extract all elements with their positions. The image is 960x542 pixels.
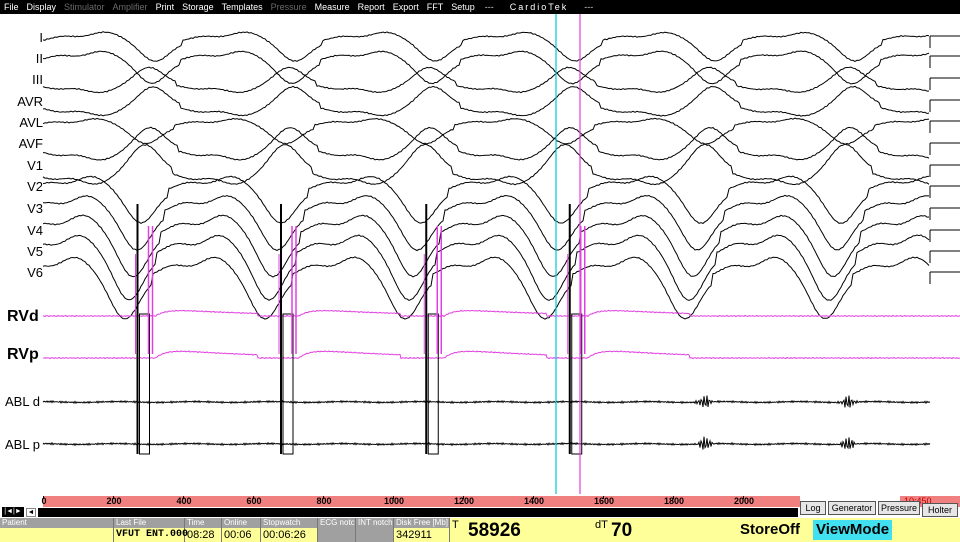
time-tick-label: 800: [316, 496, 332, 506]
time-tick-label: 0: [41, 496, 47, 506]
tab-pressure[interactable]: Pressure: [878, 501, 920, 515]
channel-label-v4: V4: [27, 223, 43, 238]
menu-item-fft[interactable]: FFT: [423, 0, 448, 14]
menu-item-storage[interactable]: Storage: [178, 0, 218, 14]
status-disk-free-label: Disk Free [Mb]: [394, 518, 449, 528]
status-ecg-notch[interactable]: ECG notch: [318, 518, 356, 542]
scroll-left-arrow-icon[interactable]: ◄: [26, 508, 36, 517]
dt-value: 70: [611, 520, 633, 541]
abl-d-trace: [42, 395, 931, 408]
status-patient-label: Patient: [0, 518, 113, 528]
dt-label: dT: [595, 519, 608, 531]
ecg-trace-v6: [42, 256, 930, 320]
channel-label-i: I: [39, 30, 43, 45]
status-time: Time 08:28: [185, 518, 222, 542]
status-stopwatch-label: Stopwatch: [261, 518, 317, 528]
trace-area: I II III AVR AVL AVF V1 V2 V3 V4 V5 V6 RVd RVp ABL …: [0, 14, 960, 494]
tab-log[interactable]: Log: [800, 501, 826, 515]
t-value: 58926: [468, 520, 521, 541]
status-disk-free: Disk Free [Mb] 342911: [394, 518, 450, 542]
ecg-traces: [42, 14, 960, 494]
store-off-indicator[interactable]: StoreOff: [740, 521, 800, 538]
status-online-label: Online: [222, 518, 260, 528]
status-time-value: 08:28: [187, 529, 215, 541]
app-brand: CardioTek: [509, 2, 569, 12]
time-tick-label: 1600: [593, 496, 615, 506]
channel-label-v6: V6: [27, 265, 43, 280]
status-last-file-value: VFUT ENT.000: [116, 529, 189, 540]
ecg-trace-ii: [43, 50, 930, 85]
ecg-trace-v4: [42, 214, 930, 278]
menu-bar: File Display Stimulator Amplifier Print Stora…: [0, 0, 960, 14]
time-tick-label: 200: [106, 496, 122, 506]
status-ecg-notch-label: ECG notch: [318, 518, 355, 528]
status-stopwatch: Stopwatch 00:06:26: [261, 518, 318, 542]
tab-generator[interactable]: Generator: [828, 501, 876, 515]
time-tick-label: 600: [246, 496, 262, 506]
status-time-label: Time: [185, 518, 221, 528]
menu-item-export[interactable]: Export: [389, 0, 423, 14]
ecg-trace-v2: [43, 175, 930, 224]
menu-item-pressure[interactable]: Pressure: [267, 0, 311, 14]
channel-label-abl-d: ABL d: [5, 394, 40, 409]
channel-label-avr: AVR: [17, 94, 43, 109]
status-online-value: 00:06: [224, 529, 252, 541]
rvd-trace: [42, 309, 960, 318]
status-bar: Patient Last File VFUT ENT.000 Time 08:2…: [0, 518, 960, 542]
time-tick-label: 2000: [733, 496, 755, 506]
status-stopwatch-value: 00:06:26: [263, 529, 306, 541]
channel-label-abl-p: ABL p: [5, 437, 40, 452]
menu-separator: ---: [484, 2, 494, 12]
ecg-trace-avf: [42, 126, 930, 161]
view-mode-indicator[interactable]: ViewMode: [813, 520, 893, 540]
status-int-notch[interactable]: INT notch: [356, 518, 394, 542]
ecg-trace-i: [42, 31, 930, 62]
ecg-trace-avl: [42, 117, 930, 145]
channel-label-avl: AVL: [19, 115, 43, 130]
menu-item-measure[interactable]: Measure: [311, 0, 354, 14]
status-patient-value: [0, 528, 113, 542]
status-last-file-label: Last File: [114, 518, 184, 528]
menu-item-stimulator[interactable]: Stimulator: [60, 0, 109, 14]
ecg-trace-iii: [42, 66, 930, 94]
time-tick-label: 400: [176, 496, 192, 506]
menu-item-print[interactable]: Print: [152, 0, 179, 14]
menu-item-file[interactable]: File: [0, 0, 23, 14]
channel-label-ii: II: [35, 51, 43, 66]
channel-label-iii: III: [32, 72, 43, 87]
channel-label-rvp: RVp: [7, 346, 39, 363]
channel-label-v2: V2: [27, 179, 43, 194]
status-disk-free-value: 342911: [396, 529, 432, 541]
menu-separator: ---: [584, 2, 594, 12]
channel-label-v3: V3: [27, 201, 43, 216]
channel-label-v5: V5: [27, 244, 43, 259]
abl-p-trace: [42, 436, 931, 450]
time-tick-label: 1800: [663, 496, 685, 506]
menu-item-setup[interactable]: Setup: [447, 0, 479, 14]
t-label: T: [452, 519, 459, 531]
status-patient: Patient: [0, 518, 114, 542]
time-tick-label: 1000: [383, 496, 405, 506]
status-online: Online 00:06: [222, 518, 261, 542]
menu-item-display[interactable]: Display: [23, 0, 61, 14]
channel-label-v1: V1: [27, 158, 43, 173]
rvp-trace: [42, 350, 960, 360]
channel-label-rvd: RVd: [7, 308, 39, 325]
menu-item-amplifier[interactable]: Amplifier: [109, 0, 152, 14]
ecg-trace-v1: [42, 143, 930, 186]
tab-holter[interactable]: Holter: [922, 503, 958, 517]
status-last-file: Last File VFUT ENT.000: [114, 518, 189, 542]
time-tick-label: 1400: [523, 496, 545, 506]
horizontal-scrollbar[interactable]: [38, 508, 798, 517]
ecg-trace-v5: [42, 234, 930, 301]
menu-item-templates[interactable]: Templates: [218, 0, 267, 14]
time-ruler[interactable]: 0 200 400 600 800 1000 1200 1400 1600 1800 2000: [41, 496, 800, 507]
channel-label-avf: AVF: [18, 136, 43, 151]
scroll-step-button[interactable]: |◄|►: [2, 507, 24, 517]
menu-item-report[interactable]: Report: [354, 0, 389, 14]
status-int-notch-label: INT notch: [356, 518, 393, 528]
time-tick-label: 1200: [453, 496, 475, 506]
timeline-row: 0 200 400 600 800 1000 1200 1400 1600 1800 2000 10…: [0, 494, 960, 519]
ecg-trace-avr: [42, 85, 930, 117]
